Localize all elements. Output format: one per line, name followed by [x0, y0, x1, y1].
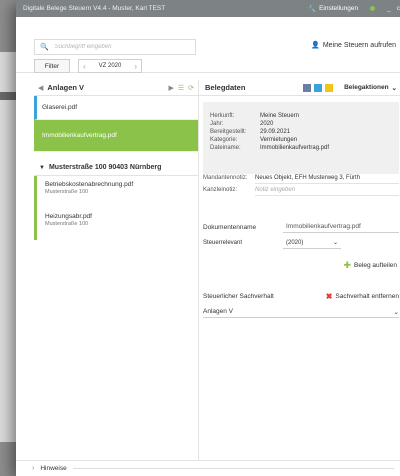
settings-button[interactable]: 🔧 Einstellungen	[308, 5, 358, 13]
sachverhalt-entfernen-button[interactable]: ✖ Sachverhalt entfernen	[326, 292, 399, 301]
hinweise-toggle[interactable]: Hinweise	[40, 465, 66, 472]
beleg-aufteilen-button[interactable]: ✚ Beleg aufteilen	[343, 260, 397, 271]
sachverhalt-header: Steuerlicher Sachverhalt ✖ Sachverhalt e…	[203, 290, 399, 302]
chevron-down-icon: ⌄	[393, 308, 399, 316]
belegaktionen-dropdown[interactable]: Belegaktionen ⌄	[344, 84, 397, 92]
chevron-left-icon[interactable]: ‹	[83, 62, 86, 71]
info-row: Kategorie: Vermietungen	[210, 137, 298, 143]
minimize-button[interactable]: _	[387, 5, 391, 12]
doc-sub: Musterstraße 100	[45, 221, 89, 227]
list-item-heizungsabr[interactable]: Heizungsabr.pdf Musterstraße 100	[34, 208, 198, 240]
chevron-left-icon[interactable]: ◀	[38, 84, 43, 92]
kanzleinotiz-input[interactable]: Notiz eingeben	[255, 185, 399, 196]
kanzleinotiz-row: Kanzleinotiz: Notiz eingeben	[203, 184, 399, 196]
document-icon[interactable]	[303, 83, 312, 92]
meta-info-box: Herkunft: Meine Steuern Jahr: 2020 Bereitg…	[203, 102, 399, 174]
refresh-icon[interactable]: ⟳	[188, 84, 194, 92]
doc-sub: Musterstraße 100	[45, 189, 89, 195]
list-item-glaserei[interactable]: Glaserei.pdf	[34, 96, 198, 120]
mandantennotiz-field[interactable]: Neues Objekt, EFH Musterweg 3, Fürth	[255, 173, 399, 184]
chevron-down-icon: ⌄	[332, 240, 338, 246]
year-label: VZ 2020	[98, 63, 122, 69]
sachverhalt-select[interactable]: Anlagen V ⌄	[203, 306, 399, 318]
sachverhalt-section: Steuerlicher Sachverhalt ✖ Sachverhalt e…	[203, 290, 399, 318]
divider	[72, 468, 394, 469]
settings-label: Einstellungen	[319, 5, 359, 12]
belegdaten-panel: Belegdaten Belegaktionen ⌄ Herkunft: Mein…	[199, 80, 400, 460]
year-selector: ‹ VZ 2020 ›	[78, 59, 142, 73]
filter-button[interactable]: Filter	[34, 59, 70, 73]
chevron-down-icon: ⌄	[391, 84, 397, 92]
document-name-section: Dokumentenname Immobilienkaufvertrag.pdf…	[203, 220, 399, 250]
chevron-down-icon: ▼	[39, 164, 45, 171]
belegaktionen-label: Belegaktionen	[344, 84, 389, 91]
info-row: Bereitgestellt: 29.09.2021	[210, 129, 291, 135]
list-icon[interactable]: ☰	[178, 84, 184, 92]
info-row: Dateiname: Immobilienkaufvertrag.pdf	[210, 145, 330, 151]
category-header: ◀ Anlagen V ▶ ☰ ⟳	[34, 80, 198, 96]
info-row: Herkunft: Meine Steuern	[210, 113, 300, 119]
document-list-panel: ◀ Anlagen V ▶ ☰ ⟳ Glaserei.pdf Immobilie…	[34, 80, 199, 460]
plus-icon: ✚	[343, 260, 351, 270]
group-title: Musterstraße 100 90403 Nürnberg	[48, 164, 162, 171]
belegdaten-title: Belegdaten	[205, 83, 246, 92]
toolbar: 🔍 Filter ‹ VZ 2020 › 👤 Meine Steuern auf…	[16, 17, 400, 73]
note-icon[interactable]	[325, 83, 334, 92]
doc-name: Betriebskostenabrechnung.pdf	[45, 181, 134, 188]
doc-name: Immobilienkaufvertrag.pdf	[42, 132, 117, 139]
search-box[interactable]: 🔍	[34, 39, 196, 55]
list-item-immobilienkaufvertrag[interactable]: Immobilienkaufvertrag.pdf	[34, 120, 198, 152]
dokumentenname-row: Dokumentenname Immobilienkaufvertrag.pdf	[203, 220, 399, 234]
meine-steuern-label: Meine Steuern aufrufen	[322, 41, 396, 49]
close-icon: ✖	[325, 291, 333, 301]
group-header[interactable]: ▼ Musterstraße 100 90403 Nürnberg	[34, 160, 198, 176]
steuerrelevant-row: Steuerrelevant (2020) ⌄	[203, 236, 399, 250]
wrench-icon: 🔧	[308, 5, 317, 13]
window-title: Digitale Belege Steuern V4.4 - Muster, K…	[23, 5, 166, 12]
belegdaten-header: Belegdaten Belegaktionen ⌄	[199, 80, 400, 96]
mandantennotiz-row: Mandantennotiz: Neues Objekt, EFH Muster…	[203, 172, 399, 184]
category-title: Anlagen V	[47, 83, 85, 92]
sachverhalt-label: Steuerlicher Sachverhalt	[203, 292, 274, 300]
info-icon[interactable]	[314, 83, 323, 92]
chevron-right-icon[interactable]: ›	[32, 465, 34, 472]
footer-bar: › Hinweise	[16, 460, 400, 476]
info-row: Jahr: 2020	[210, 121, 274, 127]
person-icon: 👤	[311, 42, 320, 49]
meine-steuern-button[interactable]: 👤 Meine Steuern aufrufen	[311, 41, 396, 50]
doc-name: Heizungsabr.pdf	[45, 213, 92, 220]
chevron-right-icon[interactable]: ▶	[168, 84, 173, 92]
notes-section: Mandantennotiz: Neues Objekt, EFH Muster…	[203, 172, 399, 196]
doc-name: Glaserei.pdf	[42, 104, 78, 111]
search-input[interactable]	[54, 44, 185, 50]
app-window: Digitale Belege Steuern V4.4 - Muster, K…	[16, 0, 400, 476]
dokumentenname-input[interactable]: Immobilienkaufvertrag.pdf	[283, 221, 399, 233]
chevron-right-icon[interactable]: ›	[134, 62, 137, 71]
search-icon: 🔍	[40, 44, 49, 51]
status-dot-icon	[370, 6, 376, 11]
list-item-betriebskosten[interactable]: Betriebskostenabrechnung.pdf Musterstraß…	[34, 176, 198, 208]
steuerrelevant-select[interactable]: (2020) ⌄	[283, 238, 341, 249]
title-bar: Digitale Belege Steuern V4.4 - Muster, K…	[16, 0, 400, 17]
